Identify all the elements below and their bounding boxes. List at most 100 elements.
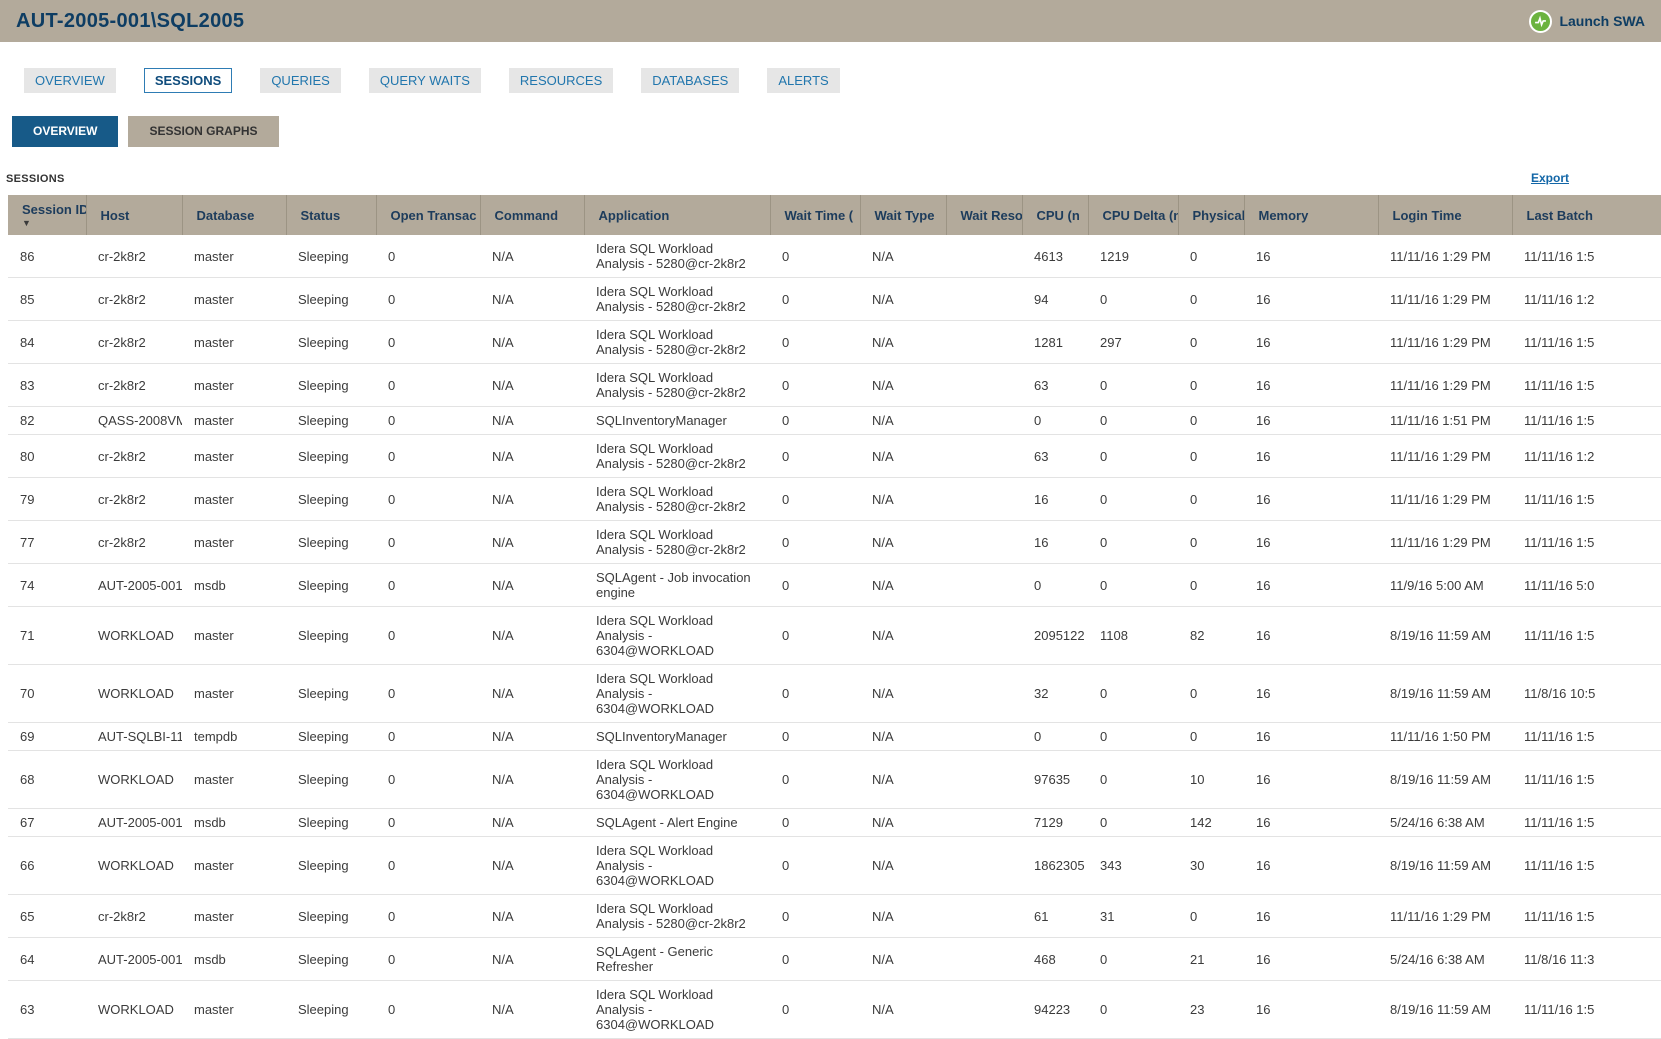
table-cell: Sleeping [286,723,376,751]
table-cell: N/A [860,751,946,809]
tab-databases[interactable]: DATABASES [641,68,739,93]
table-cell [946,837,1022,895]
table-cell: 11/11/16 1:29 PM [1378,321,1512,364]
table-cell: master [182,235,286,278]
table-row[interactable]: 74AUT-2005-001msdbSleeping0N/ASQLAgent -… [8,564,1661,607]
sessions-section-title: SESSIONS [6,173,65,185]
table-cell: 65 [8,895,86,938]
table-cell: N/A [860,665,946,723]
table-cell: N/A [860,278,946,321]
table-cell: 11/11/16 1:2 [1512,435,1661,478]
table-cell: 23 [1178,981,1244,1039]
table-row[interactable]: 69AUT-SQLBI-112tempdbSleeping0N/ASQLInve… [8,723,1661,751]
table-cell: N/A [860,235,946,278]
table-cell: 0 [376,564,480,607]
table-cell: 84 [8,321,86,364]
table-cell: 16 [1244,723,1378,751]
table-cell: 63 [1022,364,1088,407]
table-row[interactable]: 71WORKLOADmasterSleeping0N/AIdera SQL Wo… [8,607,1661,665]
table-cell: 0 [376,278,480,321]
table-row[interactable]: 84cr-2k8r2masterSleeping0N/AIdera SQL Wo… [8,321,1661,364]
column-header-status[interactable]: Status [286,195,376,235]
table-cell: 10 [1178,751,1244,809]
table-cell: 0 [1178,235,1244,278]
column-header-open-transac[interactable]: Open Transac [376,195,480,235]
table-cell: 0 [770,809,860,837]
column-header-host[interactable]: Host [86,195,182,235]
subtab-overview[interactable]: OVERVIEW [12,116,118,147]
table-row[interactable]: 63WORKLOADmasterSleeping0N/AIdera SQL Wo… [8,981,1661,1039]
column-header-physical[interactable]: Physical [1178,195,1244,235]
table-row[interactable]: 64AUT-2005-001msdbSleeping0N/ASQLAgent -… [8,938,1661,981]
column-header-last-batch[interactable]: Last Batch [1512,195,1661,235]
column-header-label: Session ID [22,203,86,217]
column-header-wait-reso[interactable]: Wait Reso [946,195,1022,235]
column-header-label: Wait Type [875,209,935,223]
table-cell: 0 [1178,478,1244,521]
tab-overview[interactable]: OVERVIEW [24,68,116,93]
column-header-database[interactable]: Database [182,195,286,235]
table-row[interactable]: 67AUT-2005-001msdbSleeping0N/ASQLAgent -… [8,809,1661,837]
table-cell: 11/8/16 11:3 [1512,938,1661,981]
tab-query-waits[interactable]: QUERY WAITS [369,68,481,93]
table-cell: master [182,364,286,407]
tab-alerts[interactable]: ALERTS [767,68,839,93]
tab-sessions[interactable]: SESSIONS [144,68,232,93]
subtab-session-graphs[interactable]: SESSION GRAPHS [128,116,278,147]
table-cell: AUT-2005-001 [86,809,182,837]
table-cell [946,478,1022,521]
table-cell: 66 [8,837,86,895]
table-cell: 11/11/16 1:5 [1512,521,1661,564]
column-header-session-id[interactable]: Session ID ▼ [8,195,86,235]
table-row[interactable]: 82QASS-2008VM6masterSleeping0N/ASQLInven… [8,407,1661,435]
column-header-application[interactable]: Application [584,195,770,235]
table-cell: SQLInventoryManager [584,723,770,751]
table-cell: Idera SQL Workload Analysis - 5280@cr-2k… [584,478,770,521]
table-row[interactable]: 85cr-2k8r2masterSleeping0N/AIdera SQL Wo… [8,278,1661,321]
table-cell: 0 [770,607,860,665]
table-cell: N/A [860,938,946,981]
table-cell: 0 [376,478,480,521]
table-cell: 16 [1244,278,1378,321]
column-header-cpu-delta-n[interactable]: CPU Delta (n [1088,195,1178,235]
table-cell: 16 [1244,235,1378,278]
table-cell: 74 [8,564,86,607]
tab-queries[interactable]: QUERIES [260,68,341,93]
table-cell: 63 [1022,435,1088,478]
table-row[interactable]: 83cr-2k8r2masterSleeping0N/AIdera SQL Wo… [8,364,1661,407]
table-cell: N/A [480,607,584,665]
table-row[interactable]: 86cr-2k8r2masterSleeping0N/AIdera SQL Wo… [8,235,1661,278]
column-header-cpu-n[interactable]: CPU (n [1022,195,1088,235]
table-cell: Idera SQL Workload Analysis - 5280@cr-2k… [584,521,770,564]
table-cell: 11/11/16 1:5 [1512,751,1661,809]
table-cell: Idera SQL Workload Analysis - 6304@WORKL… [584,607,770,665]
table-row[interactable]: 68WORKLOADmasterSleeping0N/AIdera SQL Wo… [8,751,1661,809]
column-header-login-time[interactable]: Login Time [1378,195,1512,235]
table-row[interactable]: 65cr-2k8r2masterSleeping0N/AIdera SQL Wo… [8,895,1661,938]
column-header-label: CPU Delta (n [1103,209,1179,223]
table-cell: 11/11/16 1:29 PM [1378,521,1512,564]
table-cell: Sleeping [286,521,376,564]
table-cell: 16 [1244,407,1378,435]
column-header-command[interactable]: Command [480,195,584,235]
column-header-label: Host [101,209,130,223]
table-row[interactable]: 70WORKLOADmasterSleeping0N/AIdera SQL Wo… [8,665,1661,723]
table-row[interactable]: 79cr-2k8r2masterSleeping0N/AIdera SQL Wo… [8,478,1661,521]
sort-desc-icon[interactable]: ▼ [22,219,86,228]
table-cell: msdb [182,809,286,837]
column-header-wait-type[interactable]: Wait Type [860,195,946,235]
table-cell: N/A [480,435,584,478]
table-cell: N/A [860,435,946,478]
export-link[interactable]: Export [1531,171,1569,185]
column-header-wait-time[interactable]: Wait Time ( [770,195,860,235]
table-row[interactable]: 77cr-2k8r2masterSleeping0N/AIdera SQL Wo… [8,521,1661,564]
table-cell: 11/11/16 1:50 PM [1378,723,1512,751]
launch-swa-button[interactable]: Launch SWA [1529,10,1645,33]
table-cell: Idera SQL Workload Analysis - 5280@cr-2k… [584,235,770,278]
table-cell: 0 [770,321,860,364]
tab-resources[interactable]: RESOURCES [509,68,613,93]
table-row[interactable]: 66WORKLOADmasterSleeping0N/AIdera SQL Wo… [8,837,1661,895]
column-header-memory[interactable]: Memory [1244,195,1378,235]
table-cell: Sleeping [286,435,376,478]
table-row[interactable]: 80cr-2k8r2masterSleeping0N/AIdera SQL Wo… [8,435,1661,478]
